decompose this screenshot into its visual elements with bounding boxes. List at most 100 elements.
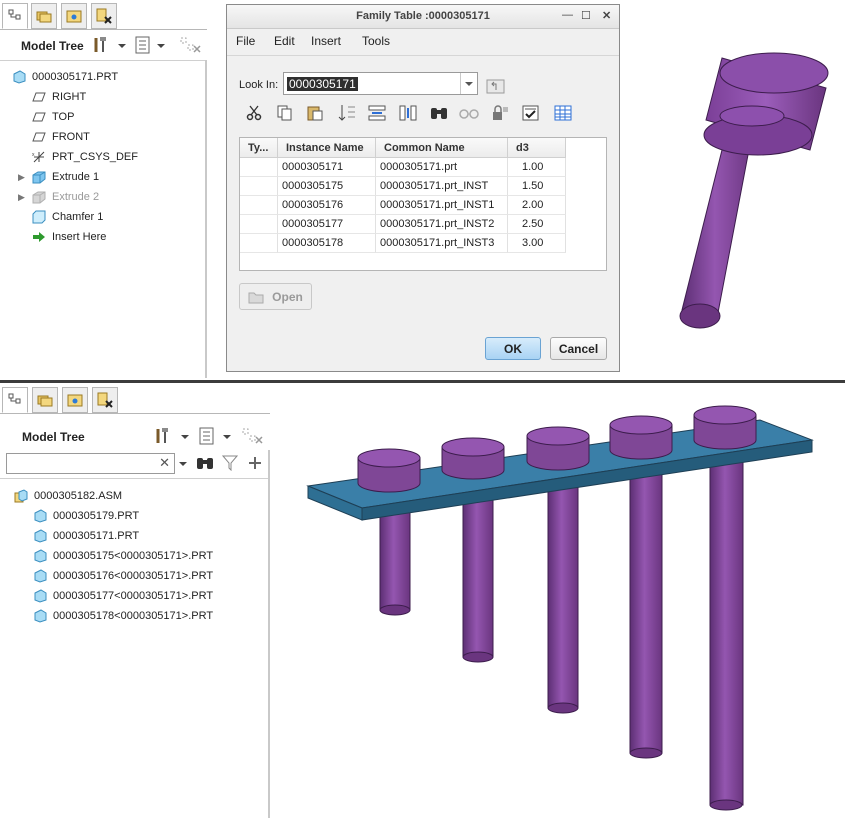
cell-d3[interactable]: 1.50: [508, 177, 566, 196]
folder-browser-tab[interactable]: [31, 3, 57, 29]
cell-common-name[interactable]: 0000305171.prt_INST2: [376, 215, 508, 234]
open-button[interactable]: Open: [239, 283, 312, 310]
tree-item-instance-part[interactable]: 0000305178<0000305171>.PRT: [33, 607, 213, 625]
folders-icon: [37, 395, 53, 407]
tree-item-csys[interactable]: x PRT_CSYS_DEF: [32, 148, 138, 166]
up-folder-icon[interactable]: [486, 78, 506, 94]
folder-browser-tab[interactable]: [32, 387, 58, 413]
show-dropdown-icon[interactable]: [223, 435, 231, 439]
cell-type[interactable]: [240, 215, 278, 234]
cell-instance-name[interactable]: 0000305178: [278, 234, 376, 253]
lock-icon[interactable]: [490, 103, 510, 123]
find-binoculars-icon[interactable]: [196, 455, 214, 471]
assembly-model-view[interactable]: [300, 395, 840, 815]
table-grid-icon[interactable]: [553, 103, 573, 123]
cell-common-name[interactable]: 0000305171.prt_INST: [376, 177, 508, 196]
cell-common-name[interactable]: 0000305171.prt_INST1: [376, 196, 508, 215]
layers-tab[interactable]: [92, 387, 118, 413]
tree-search-input[interactable]: ✕: [6, 453, 175, 474]
filter-tree-icon[interactable]: [180, 36, 202, 54]
expand-arrow-icon[interactable]: ▶: [18, 188, 25, 206]
preview-glasses-icon[interactable]: [459, 103, 479, 123]
cut-icon[interactable]: [244, 103, 264, 123]
filter-tree-icon[interactable]: [242, 427, 264, 445]
menu-edit[interactable]: Edit: [274, 34, 295, 48]
cell-d3[interactable]: 3.00: [508, 234, 566, 253]
cell-common-name[interactable]: 0000305171.prt: [376, 158, 508, 177]
cell-instance-name[interactable]: 0000305175: [278, 177, 376, 196]
cell-common-name[interactable]: 0000305171.prt_INST3: [376, 234, 508, 253]
cell-d3[interactable]: 2.50: [508, 215, 566, 234]
favorites-tab[interactable]: [61, 3, 87, 29]
sort-icon[interactable]: [337, 103, 357, 123]
tree-item-extrude-1[interactable]: ▶ Extrude 1: [18, 168, 99, 186]
cell-type[interactable]: [240, 196, 278, 215]
column-header-common-name[interactable]: Common Name: [376, 138, 508, 158]
cell-instance-name[interactable]: 0000305171: [278, 158, 376, 177]
copy-icon[interactable]: [275, 103, 295, 123]
tree-item-front-plane[interactable]: FRONT: [32, 128, 90, 146]
tree-item-assembly[interactable]: 0000305182.ASM: [14, 487, 122, 505]
expand-arrow-icon[interactable]: ▶: [18, 168, 25, 186]
tree-item-insert-here[interactable]: Insert Here: [32, 228, 106, 246]
settings-tools-icon[interactable]: [154, 426, 174, 446]
tree-item-label: PRT_CSYS_DEF: [52, 151, 138, 163]
column-header-type[interactable]: Ty...: [240, 138, 278, 158]
tree-item-generic-part[interactable]: 0000305171.PRT: [33, 527, 139, 545]
filter-icon[interactable]: [221, 455, 239, 471]
insert-row-icon[interactable]: [367, 103, 387, 123]
minimize-icon[interactable]: —: [562, 9, 573, 21]
menu-insert[interactable]: Insert: [311, 34, 341, 48]
cell-d3[interactable]: 1.00: [508, 158, 566, 177]
show-options-icon[interactable]: [198, 427, 216, 445]
cancel-button[interactable]: Cancel: [550, 337, 607, 360]
cell-type[interactable]: [240, 158, 278, 177]
part-model-view[interactable]: [660, 40, 840, 350]
tree-item-part[interactable]: 0000305171.PRT: [12, 68, 118, 86]
add-icon[interactable]: [247, 455, 263, 471]
tree-item-instance-part[interactable]: 0000305175<0000305171>.PRT: [33, 547, 213, 565]
cell-type[interactable]: [240, 234, 278, 253]
chevron-down-icon[interactable]: [460, 73, 477, 94]
cell-instance-name[interactable]: 0000305177: [278, 215, 376, 234]
cell-instance-name[interactable]: 0000305176: [278, 196, 376, 215]
tree-item-label: FRONT: [52, 131, 90, 143]
layer-settings-icon: [97, 392, 113, 408]
settings-tools-icon[interactable]: [92, 35, 112, 55]
insert-column-icon[interactable]: [398, 103, 418, 123]
tree-item-chamfer-1[interactable]: Chamfer 1: [32, 208, 103, 226]
column-header-d3[interactable]: d3: [508, 138, 566, 158]
datum-plane-icon: [32, 90, 46, 104]
verify-checkbox-icon[interactable]: [521, 103, 541, 123]
search-dropdown-icon[interactable]: [179, 462, 187, 466]
column-header-instance-name[interactable]: Instance Name: [278, 138, 376, 158]
menu-file[interactable]: File: [236, 34, 255, 48]
model-tree-tab[interactable]: [2, 387, 28, 413]
paste-icon[interactable]: [305, 103, 325, 123]
ok-button[interactable]: OK: [485, 337, 541, 360]
tree-item-instance-part[interactable]: 0000305177<0000305171>.PRT: [33, 587, 213, 605]
tree-item-top-plane[interactable]: TOP: [32, 108, 74, 126]
settings-dropdown-icon[interactable]: [181, 435, 189, 439]
datum-plane-icon: [32, 130, 46, 144]
tree-item-plate-part[interactable]: 0000305179.PRT: [33, 507, 139, 525]
find-binoculars-icon[interactable]: [429, 103, 449, 123]
screenshot-separator: [0, 380, 845, 383]
maximize-icon[interactable]: ☐: [581, 9, 591, 22]
menu-tools[interactable]: Tools: [362, 34, 390, 48]
show-dropdown-icon[interactable]: [157, 44, 165, 48]
cell-d3[interactable]: 2.00: [508, 196, 566, 215]
tree-item-right-plane[interactable]: RIGHT: [32, 88, 86, 106]
cell-type[interactable]: [240, 177, 278, 196]
clear-icon[interactable]: ✕: [159, 455, 170, 471]
tree-item-instance-part[interactable]: 0000305176<0000305171>.PRT: [33, 567, 213, 585]
graphics-area-top[interactable]: [207, 0, 223, 378]
favorites-tab[interactable]: [62, 387, 88, 413]
close-icon[interactable]: ✕: [602, 9, 611, 22]
settings-dropdown-icon[interactable]: [118, 44, 126, 48]
tree-item-extrude-2[interactable]: ▶ Extrude 2: [18, 188, 99, 206]
show-options-icon[interactable]: [134, 36, 152, 54]
layers-tab[interactable]: [91, 3, 117, 29]
model-tree-tab[interactable]: [2, 3, 28, 29]
look-in-select[interactable]: 0000305171: [283, 72, 478, 95]
